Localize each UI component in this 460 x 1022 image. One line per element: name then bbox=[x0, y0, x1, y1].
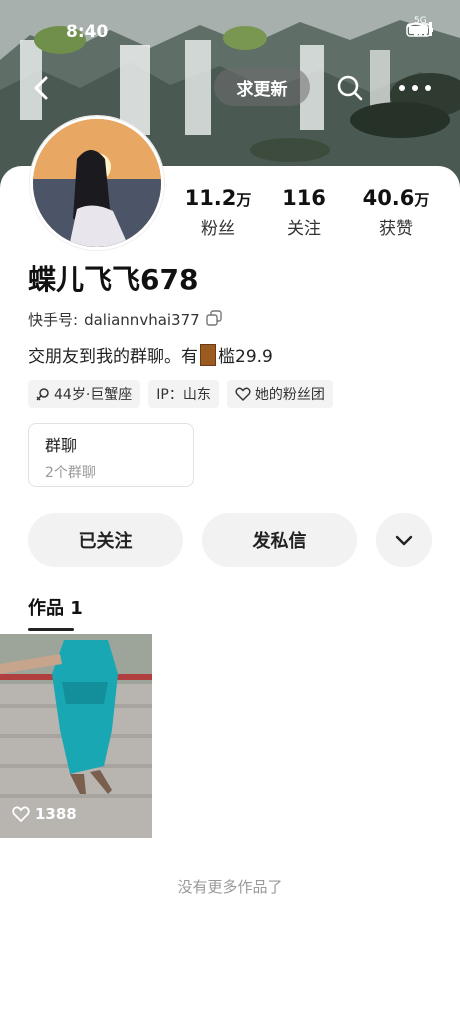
more-actions-button[interactable] bbox=[376, 513, 432, 567]
tag-ip: IP：山东 bbox=[148, 380, 219, 408]
chevron-left-icon bbox=[34, 76, 48, 100]
bio-text-suffix: 槛29.9 bbox=[218, 347, 273, 367]
followed-button[interactable]: 已关注 bbox=[28, 513, 183, 567]
heart-outline-icon bbox=[235, 387, 251, 401]
stat-unit: 万 bbox=[236, 191, 252, 209]
nav-title[interactable]: 求更新 bbox=[214, 68, 310, 106]
send-message-button[interactable]: 发私信 bbox=[202, 513, 357, 567]
door-emoji-icon bbox=[200, 343, 216, 366]
stat-value: 11.2 bbox=[184, 186, 237, 210]
heart-outline-icon bbox=[12, 806, 30, 822]
stat-unit: 万 bbox=[414, 191, 430, 209]
group-chat-card[interactable]: 群聊 2个群聊 bbox=[28, 423, 194, 487]
user-id-label: 快手号: bbox=[28, 311, 79, 329]
stat-label: 获赞 bbox=[379, 219, 413, 239]
search-icon bbox=[337, 75, 363, 101]
avatar-photo bbox=[33, 119, 161, 247]
like-count: 1388 bbox=[12, 805, 77, 823]
bio: 交朋友到我的群聊。有 槛29.9 bbox=[28, 342, 273, 367]
more-button[interactable] bbox=[392, 70, 438, 106]
no-more-works-text: 没有更多作品了 bbox=[177, 878, 283, 896]
tag-fan-club[interactable]: 她的粉丝团 bbox=[226, 380, 333, 408]
profile-tags: 44岁·巨蟹座 IP：山东 她的粉丝团 bbox=[28, 380, 333, 408]
bio-text-prefix: 交朋友到我的群聊。有 bbox=[28, 347, 198, 367]
stat-label: 关注 bbox=[287, 219, 321, 239]
stat-following[interactable]: 116 关注 bbox=[274, 186, 334, 239]
user-id-value: daliannvhai377 bbox=[84, 310, 200, 329]
more-dots-icon bbox=[399, 85, 431, 91]
chevron-down-icon bbox=[395, 535, 413, 546]
stat-followers[interactable]: 11.2万 粉丝 bbox=[180, 186, 256, 239]
search-button[interactable] bbox=[332, 70, 368, 106]
avatar[interactable] bbox=[30, 116, 164, 250]
group-chat-count: 2个群聊 bbox=[45, 465, 96, 481]
back-button[interactable] bbox=[24, 70, 60, 106]
top-nav: 求更新 bbox=[0, 64, 460, 108]
tag-text: 她的粉丝团 bbox=[254, 387, 325, 403]
tag-text: 44岁·巨蟹座 bbox=[54, 387, 133, 403]
stat-label: 粉丝 bbox=[201, 219, 235, 239]
group-chat-title: 群聊 bbox=[45, 436, 78, 455]
status-time: 8:40 bbox=[66, 22, 109, 42]
tag-age: 44岁·巨蟹座 bbox=[28, 380, 141, 408]
copy-icon[interactable] bbox=[206, 309, 222, 330]
tag-text: IP：山东 bbox=[156, 387, 211, 403]
gender-icon bbox=[36, 388, 49, 401]
user-id-row: 快手号: daliannvhai377 bbox=[28, 309, 222, 330]
tab-works[interactable]: 作品 1 bbox=[28, 594, 83, 620]
tab-indicator bbox=[28, 628, 74, 631]
nickname: 蝶儿飞飞678 bbox=[28, 263, 199, 296]
stat-value: 40.6 bbox=[362, 186, 415, 210]
work-thumbnail[interactable]: 1388 bbox=[0, 634, 152, 838]
stat-value: 116 bbox=[282, 186, 326, 210]
status-bar: 8:40 5G bbox=[0, 0, 460, 44]
stat-likes[interactable]: 40.6万 获赞 bbox=[358, 186, 434, 239]
like-count-value: 1388 bbox=[35, 805, 77, 823]
